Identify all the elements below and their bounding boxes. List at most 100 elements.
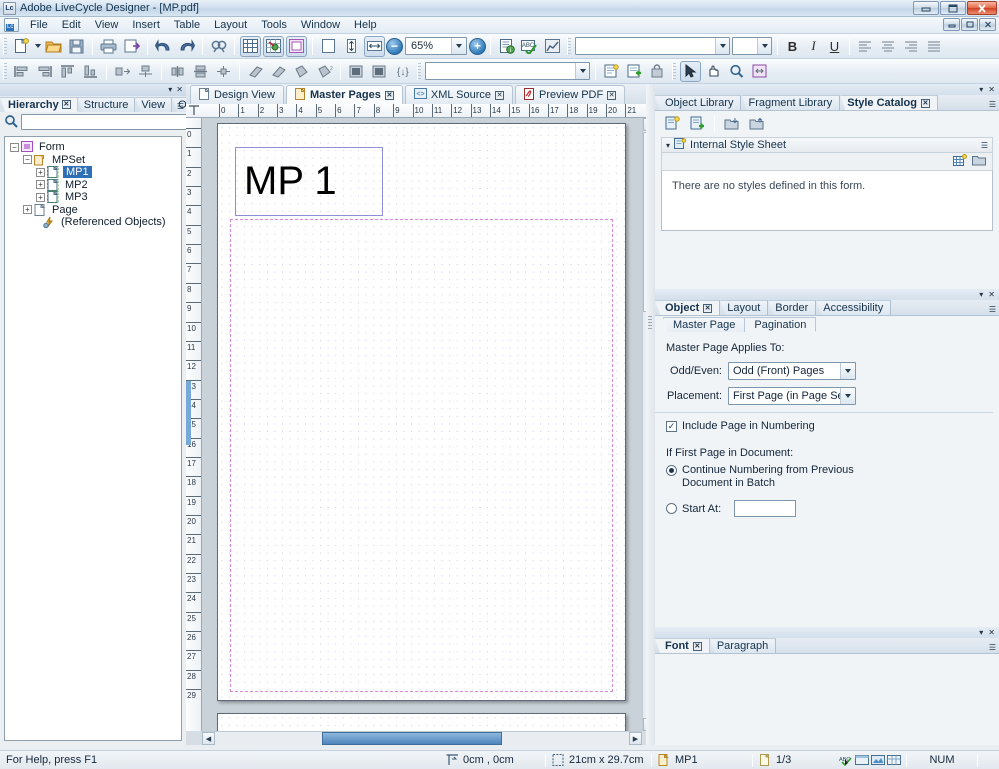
chevron-down-icon[interactable] [757, 38, 771, 54]
add-style-icon[interactable] [687, 113, 708, 134]
subtab-pagination[interactable]: Pagination [744, 317, 817, 332]
menu-insert[interactable]: Insert [125, 18, 167, 32]
expander-icon[interactable]: + [36, 180, 45, 190]
toolbar-grip[interactable] [672, 62, 676, 80]
hierarchy-tree[interactable]: − Form − MPSet + MP1 + MP2 + MP3 + Page … [4, 136, 182, 741]
same-height-icon[interactable] [268, 61, 289, 82]
tab-design-view[interactable]: Design View [190, 85, 284, 104]
tree-item-referenced-objects[interactable]: (Referenced Objects) [8, 216, 178, 229]
insert-page-icon[interactable] [624, 61, 645, 82]
tree-item-mp3[interactable]: + MP3 [8, 190, 178, 204]
horizontal-ruler[interactable]: 0 1 2 3 4 5 6 7 8 9 10 11 12 13 14 15 16 17 18 19 20 21 [186, 104, 655, 118]
tab-order-icon[interactable]: {↓} [392, 61, 413, 82]
window-status-icon[interactable] [855, 754, 869, 766]
center-horizontally-icon[interactable] [167, 61, 188, 82]
align-objects-top-icon[interactable] [57, 61, 78, 82]
new-style-icon[interactable] [953, 153, 967, 170]
vertical-ruler[interactable]: 0 1 2 3 4 5 6 7 8 9 10 11 12 13 14 15 16 17 18 19 20 21 22 23 24… [186, 118, 202, 731]
align-left-icon[interactable] [855, 36, 876, 57]
form-properties-icon[interactable]: i [496, 36, 517, 57]
tree-item-page[interactable]: + Page [8, 203, 178, 217]
subtab-master-page[interactable]: Master Page [663, 317, 746, 332]
same-size-icon[interactable] [291, 61, 312, 82]
tree-item-form[interactable]: − Form [8, 141, 178, 154]
center-vertically-icon[interactable] [190, 61, 211, 82]
image-status-icon[interactable] [871, 754, 885, 766]
panel-menu-icon[interactable]: ▾ [979, 628, 983, 637]
chevron-down-icon[interactable] [451, 38, 466, 54]
close-icon[interactable]: ✕ [703, 303, 713, 313]
new-doc-icon[interactable] [11, 36, 32, 57]
new-doc-dropdown-icon[interactable] [33, 36, 42, 57]
start-at-radio[interactable] [666, 503, 677, 514]
tab-hierarchy[interactable]: Hierarchy ✕ [0, 97, 78, 112]
close-icon[interactable]: ✕ [495, 90, 505, 100]
master-page-1-title-field[interactable]: MP 1 [235, 147, 383, 216]
menu-table[interactable]: Table [167, 18, 207, 32]
distribute-horizontal-icon[interactable] [112, 61, 133, 82]
panel-menu-icon[interactable]: ☰ [981, 141, 988, 150]
tab-xml-source[interactable]: <> XML Source ✕ [404, 85, 514, 104]
panel-splitter[interactable] [646, 84, 655, 745]
lock-icon[interactable] [647, 61, 668, 82]
align-objects-right-icon[interactable] [34, 61, 55, 82]
style-list[interactable]: There are no styles defined in this form… [661, 171, 993, 231]
menu-tools[interactable]: Tools [254, 18, 294, 32]
align-justify-icon[interactable] [924, 36, 945, 57]
tab-overflow-icon[interactable]: ☰ [989, 643, 996, 652]
send-to-back-icon[interactable] [369, 61, 390, 82]
panel-close-icon[interactable]: ✕ [988, 290, 995, 299]
menu-help[interactable]: Help [347, 18, 384, 32]
menu-edit[interactable]: Edit [55, 18, 88, 32]
layout-combo[interactable] [425, 62, 590, 80]
show-boundaries-icon[interactable] [286, 35, 307, 57]
panel-close-icon[interactable]: ✕ [176, 86, 183, 94]
tab-font[interactable]: Font ✕ [655, 638, 710, 653]
edit-fit-icon[interactable] [749, 61, 770, 82]
chevron-down-icon[interactable] [840, 388, 855, 404]
master-page-1[interactable]: MP 1 [217, 123, 626, 701]
horizontal-scroll-thumb[interactable] [322, 732, 502, 745]
minimize-button[interactable] [913, 1, 939, 15]
tab-paragraph[interactable]: Paragraph [709, 638, 777, 653]
close-button[interactable] [967, 1, 997, 15]
panel-close-icon[interactable]: ✕ [988, 628, 995, 637]
expander-icon[interactable]: + [36, 192, 45, 202]
tab-structure[interactable]: Structure [77, 97, 136, 112]
align-right-icon[interactable] [901, 36, 922, 57]
zoom-out-icon[interactable]: − [386, 37, 403, 55]
font-size-combo[interactable] [732, 37, 772, 55]
tree-item-mpset[interactable]: − MPSet [8, 154, 178, 167]
select-tool-icon[interactable] [680, 60, 701, 82]
new-subform-icon[interactable] [601, 61, 622, 82]
continue-numbering-row[interactable]: Continue Numbering from Previous Documen… [666, 464, 999, 490]
scroll-right-button[interactable]: ▶ [629, 732, 642, 745]
include-numbering-row[interactable]: ✓ Include Page in Numbering [666, 420, 999, 432]
tab-overflow-icon[interactable]: ☰ [989, 305, 996, 314]
scroll-left-button[interactable]: ◀ [202, 732, 215, 745]
close-icon[interactable]: ✕ [61, 100, 71, 109]
chevron-down-icon[interactable]: ▾ [666, 141, 670, 150]
close-icon[interactable]: ✕ [920, 98, 930, 108]
align-center-icon[interactable] [878, 36, 899, 57]
expander-icon[interactable]: + [23, 205, 32, 215]
import-style-icon[interactable] [721, 113, 742, 134]
tab-preview-pdf[interactable]: Preview PDF ✕ [515, 85, 626, 104]
underline-button[interactable]: U [824, 36, 845, 57]
tab-fragment-library[interactable]: Fragment Library [741, 95, 841, 110]
zoom-combo[interactable]: 65% [405, 37, 467, 55]
print-icon[interactable] [98, 36, 119, 57]
tab-style-catalog[interactable]: Style Catalog ✕ [840, 95, 938, 110]
spell-check-status-icon[interactable]: ABC [839, 754, 852, 767]
toolbar-grip[interactable] [3, 62, 7, 80]
chart-icon[interactable] [542, 36, 563, 57]
grid-status-icon[interactable] [887, 754, 901, 766]
mdi-close-button[interactable] [979, 18, 996, 31]
new-style-sheet-icon[interactable] [662, 113, 683, 134]
menu-window[interactable]: Window [294, 18, 347, 32]
distribute-vertical-icon[interactable] [135, 61, 156, 82]
expander-icon[interactable]: − [10, 142, 19, 152]
undo-icon[interactable] [153, 36, 174, 57]
tab-layout[interactable]: Layout [720, 300, 769, 315]
chevron-down-icon[interactable] [715, 38, 729, 54]
